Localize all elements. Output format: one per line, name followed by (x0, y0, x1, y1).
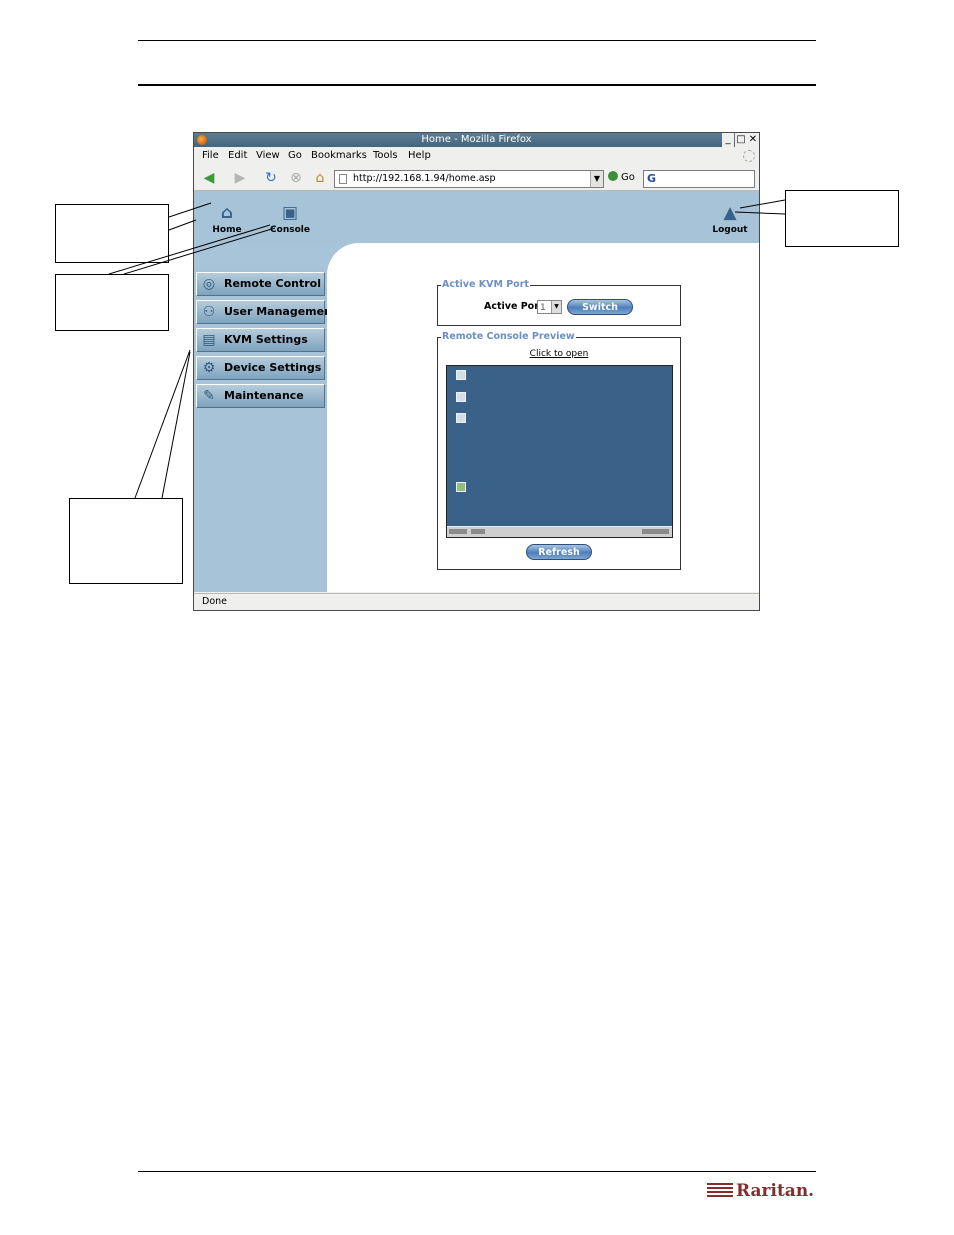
browser-window: Home - Mozilla Firefox _ □ ✕ File Edit V… (193, 132, 760, 611)
logout-label: Logout (712, 225, 748, 235)
sidebar-item-maintenance[interactable]: ✎ Maintenance (196, 384, 325, 408)
logout-icon: ▲ (723, 203, 737, 223)
click-to-open-link[interactable]: Click to open (438, 349, 680, 359)
minimize-button[interactable]: _ (722, 133, 734, 147)
magnifier-icon: ◎ (202, 276, 216, 292)
page-icon (339, 174, 347, 184)
menu-bookmarks[interactable]: Bookmarks (311, 148, 367, 163)
active-kvm-port-legend: Active KVM Port (441, 279, 530, 291)
menu-edit[interactable]: Edit (228, 148, 247, 163)
navigation-toolbar: ◀ ▶ ↻ ⊗ ⌂ http://192.168.1.94/home.asp ▼… (194, 166, 759, 191)
footer-rule (138, 1171, 816, 1172)
callout-box-console (55, 274, 169, 331)
title-bar[interactable]: Home - Mozilla Firefox _ □ ✕ (194, 133, 759, 147)
menu-bar: File Edit View Go Bookmarks Tools Help (194, 148, 759, 163)
back-arrow-icon[interactable]: ◀ (201, 170, 217, 186)
header-rule-top (138, 40, 816, 41)
desktop-icon (456, 392, 466, 402)
menu-file[interactable]: File (202, 148, 219, 163)
forward-arrow-icon[interactable]: ▶ (232, 170, 248, 186)
active-kvm-port-panel: Active KVM Port Active Port 1 ▼ Switch (437, 279, 681, 326)
port-select-value: 1 (540, 303, 546, 313)
go-arrow-icon (608, 171, 618, 181)
header-rule-bottom (138, 84, 816, 86)
reload-icon[interactable]: ↻ (263, 170, 279, 186)
callout-box-home (55, 204, 169, 263)
switch-button[interactable]: Switch (567, 299, 633, 315)
logout-link[interactable]: ▲ Logout (704, 203, 756, 235)
console-label: Console (270, 225, 310, 235)
home-icon: ⌂ (220, 203, 234, 223)
system-tray (642, 529, 669, 534)
sidebar-item-label: User Management (224, 305, 338, 318)
preview-taskbar (447, 526, 672, 537)
desktop-icon (456, 370, 466, 380)
top-navigation: ⌂ Home ▣ Console ▲ Logout (194, 191, 759, 244)
go-button[interactable]: Go (608, 170, 635, 186)
users-icon: ⚇ (202, 304, 216, 320)
taskbar-items (471, 529, 485, 534)
callout-box-navigation (69, 498, 183, 584)
url-dropdown-icon[interactable]: ▼ (590, 171, 603, 187)
menu-go[interactable]: Go (288, 148, 302, 163)
keyboard-icon: ▤ (202, 332, 216, 348)
raritan-logo-mark-icon (707, 1183, 733, 1197)
raritan-logo-text: Raritan. (736, 1181, 815, 1201)
refresh-button[interactable]: Refresh (526, 544, 592, 560)
go-label: Go (621, 172, 635, 183)
throbber-icon (743, 150, 755, 162)
close-button[interactable]: ✕ (747, 133, 759, 147)
sidebar-item-label: Device Settings (224, 361, 322, 374)
url-text: http://192.168.1.94/home.asp (353, 173, 496, 184)
menu-tools[interactable]: Tools (373, 148, 398, 163)
sidebar-item-label: Maintenance (224, 389, 304, 402)
sidebar-item-remote-control[interactable]: ◎ Remote Control (196, 272, 325, 296)
gears-icon: ⚙ (202, 360, 216, 376)
raritan-logo: Raritan. (707, 1179, 814, 1203)
desktop-icon (456, 482, 466, 492)
search-input[interactable]: G (643, 170, 755, 188)
callout-box-logout (785, 190, 899, 247)
status-text: Done (202, 596, 227, 607)
desktop-icon (456, 413, 466, 423)
sidebar-item-label: KVM Settings (224, 333, 308, 346)
console-preview-screen[interactable] (446, 365, 673, 538)
search-engine-icon: G (647, 172, 657, 185)
sidebar-item-user-management[interactable]: ⚇ User Management (196, 300, 337, 324)
port-select[interactable]: 1 ▼ (537, 300, 562, 314)
remote-console-preview-panel: Remote Console Preview Click to open Ref… (437, 331, 681, 570)
console-icon: ▣ (281, 203, 299, 223)
sidebar-item-device-settings[interactable]: ⚙ Device Settings (196, 356, 325, 380)
sidebar: ◎ Remote Control ⚇ User Management ▤ KVM… (194, 269, 337, 592)
window-title: Home - Mozilla Firefox (421, 134, 532, 145)
wrench-icon: ✎ (203, 388, 215, 404)
home-page-icon[interactable]: ⌂ (312, 170, 328, 186)
sidebar-item-kvm-settings[interactable]: ▤ KVM Settings (196, 328, 325, 352)
address-bar[interactable]: http://192.168.1.94/home.asp ▼ (334, 170, 604, 188)
home-link[interactable]: ⌂ Home (201, 203, 253, 235)
chevron-down-icon: ▼ (551, 301, 561, 313)
start-button (449, 529, 467, 534)
page-viewport: ⌂ Home ▣ Console ▲ Logout ◎ Remote Contr… (194, 191, 759, 592)
remote-console-preview-legend: Remote Console Preview (441, 331, 576, 343)
sidebar-item-label: Remote Control (224, 277, 321, 290)
stop-icon[interactable]: ⊗ (288, 170, 304, 186)
status-bar: Done (194, 593, 759, 610)
menu-view[interactable]: View (256, 148, 280, 163)
console-link[interactable]: ▣ Console (264, 203, 316, 235)
active-port-label: Active Port (484, 301, 544, 312)
home-label: Home (212, 225, 242, 235)
maximize-button[interactable]: □ (735, 133, 747, 147)
menu-help[interactable]: Help (408, 148, 431, 163)
